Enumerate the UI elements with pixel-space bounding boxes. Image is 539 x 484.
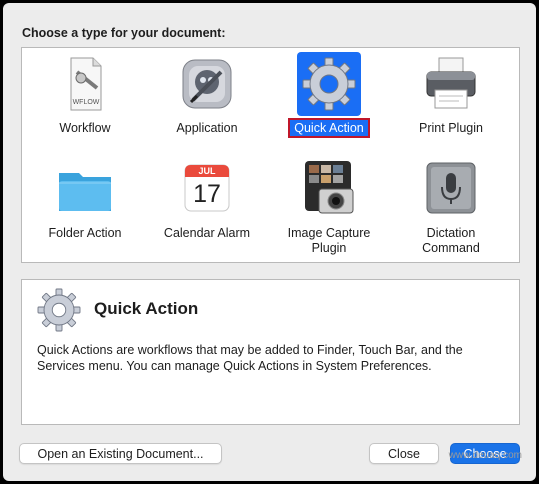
description-title: Quick Action	[94, 299, 199, 318]
microphone-icon	[419, 157, 483, 221]
type-label: Folder Action	[48, 226, 122, 240]
gear-icon	[297, 52, 361, 116]
automator-robot-icon	[175, 52, 239, 116]
type-print-plugin[interactable]: Print Plugin	[390, 50, 512, 154]
gear-icon	[35, 286, 83, 334]
folder-icon	[53, 157, 117, 221]
svg-text:WFLOW: WFLOW	[73, 99, 100, 106]
printer-icon	[419, 52, 483, 116]
calendar-month: JUL	[198, 166, 216, 176]
type-image-capture-plugin[interactable]: Image Capture Plugin	[268, 155, 390, 259]
type-label: Calendar Alarm	[163, 226, 251, 240]
open-existing-document-button[interactable]: Open an Existing Document...	[19, 443, 222, 464]
type-label: Workflow	[59, 121, 111, 135]
type-calendar-alarm[interactable]: JUL 17 Calendar Alarm	[146, 155, 268, 259]
type-folder-action[interactable]: Folder Action	[24, 155, 146, 259]
workflow-document-icon: WFLOW	[53, 52, 117, 116]
dialog-prompt: Choose a type for your document:	[22, 26, 226, 40]
type-label: Application	[176, 121, 238, 135]
type-label: Print Plugin	[419, 121, 483, 135]
type-workflow[interactable]: WFLOW Workflow	[24, 50, 146, 154]
document-type-grid: WFLOW Workflow Application Quick Action …	[21, 47, 520, 263]
type-application[interactable]: Application	[146, 50, 268, 154]
type-label: Quick Action	[268, 118, 390, 138]
new-document-dialog: Choose a type for your document: WFLOW W…	[3, 3, 536, 481]
camera-photos-icon	[297, 157, 361, 221]
close-button[interactable]: Close	[369, 443, 439, 464]
calendar-day: 17	[193, 180, 221, 208]
description-panel: Quick Action Quick Actions are workflows…	[21, 279, 520, 425]
type-label: Dictation Command	[422, 226, 480, 255]
type-quick-action[interactable]: Quick Action	[268, 50, 390, 154]
type-label: Image Capture Plugin	[287, 226, 371, 255]
calendar-icon: JUL 17	[175, 157, 239, 221]
type-dictation-command[interactable]: Dictation Command	[390, 155, 512, 259]
description-text: Quick Actions are workflows that may be …	[37, 343, 463, 373]
watermark: www.deuaq.com	[448, 450, 522, 461]
